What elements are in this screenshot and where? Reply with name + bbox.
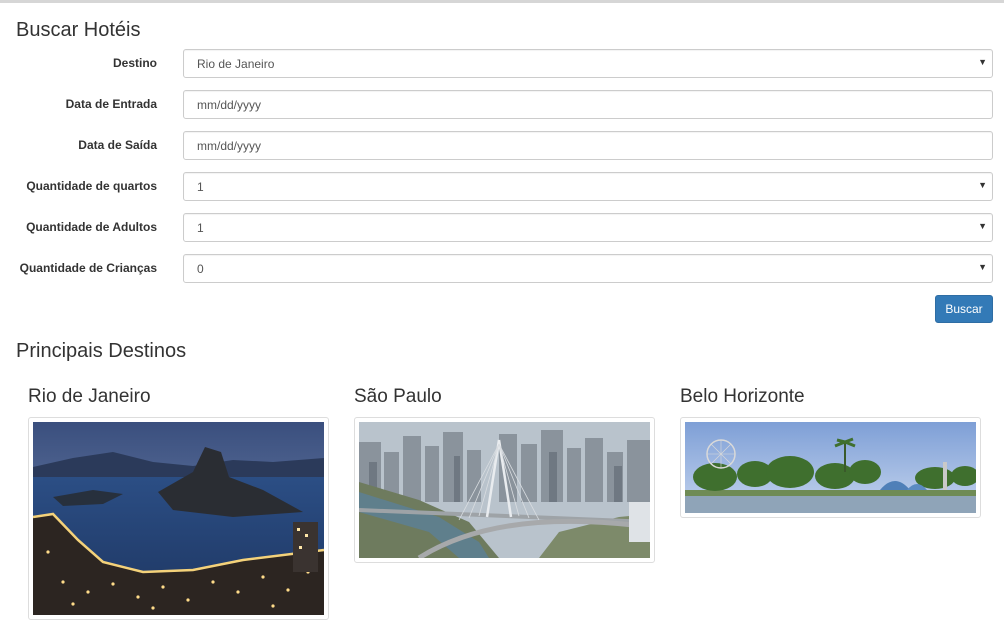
checkout-row: Data de Saída mm/dd/yyyy [0,131,1004,160]
destination-label: Destino [112,56,157,70]
rooms-label: Quantidade de quartos [26,179,157,193]
checkout-label: Data de Saída [78,138,157,152]
adults-label: Quantidade de Adultos [26,220,157,234]
caret-down-icon: ▼ [978,221,987,231]
destination-select[interactable]: Rio de Janeiro ▼ [183,49,993,78]
destination-card-image-rio[interactable] [28,417,329,620]
rooms-select[interactable]: 1 ▼ [183,172,993,201]
search-button[interactable]: Buscar [935,295,993,323]
children-select[interactable]: 0 ▼ [183,254,993,283]
destinations-heading: Principais Destinos [16,340,187,362]
rio-photo [33,422,324,615]
children-row: Quantidade de Crianças 0 ▼ [0,254,1004,283]
destination-card-title[interactable]: Belo Horizonte [680,386,805,408]
caret-down-icon: ▼ [978,262,987,272]
checkout-placeholder: mm/dd/yyyy [197,139,262,153]
checkin-label: Data de Entrada [65,97,157,111]
checkout-date-input[interactable]: mm/dd/yyyy [183,131,993,160]
checkin-row: Data de Entrada mm/dd/yyyy [0,90,1004,119]
checkin-placeholder: mm/dd/yyyy [197,98,262,112]
destination-card-image-sao-paulo[interactable] [354,417,655,563]
adults-select[interactable]: 1 ▼ [183,213,993,242]
destination-value: Rio de Janeiro [197,57,275,71]
belo-horizonte-photo [685,422,976,513]
destination-row: Destino Rio de Janeiro ▼ [0,49,1004,78]
caret-down-icon: ▼ [978,180,987,190]
top-border [0,0,1004,3]
sao-paulo-photo [359,422,650,558]
search-heading: Buscar Hotéis [16,19,141,41]
destination-card-image-belo-horizonte[interactable] [680,417,981,518]
destination-card-title[interactable]: São Paulo [354,386,442,408]
rooms-value: 1 [197,180,204,194]
adults-row: Quantidade de Adultos 1 ▼ [0,213,1004,242]
children-value: 0 [197,262,204,276]
caret-down-icon: ▼ [978,57,987,67]
adults-value: 1 [197,221,204,235]
checkin-date-input[interactable]: mm/dd/yyyy [183,90,993,119]
rooms-row: Quantidade de quartos 1 ▼ [0,172,1004,201]
destination-card-title[interactable]: Rio de Janeiro [28,386,151,408]
children-label: Quantidade de Crianças [19,261,157,275]
